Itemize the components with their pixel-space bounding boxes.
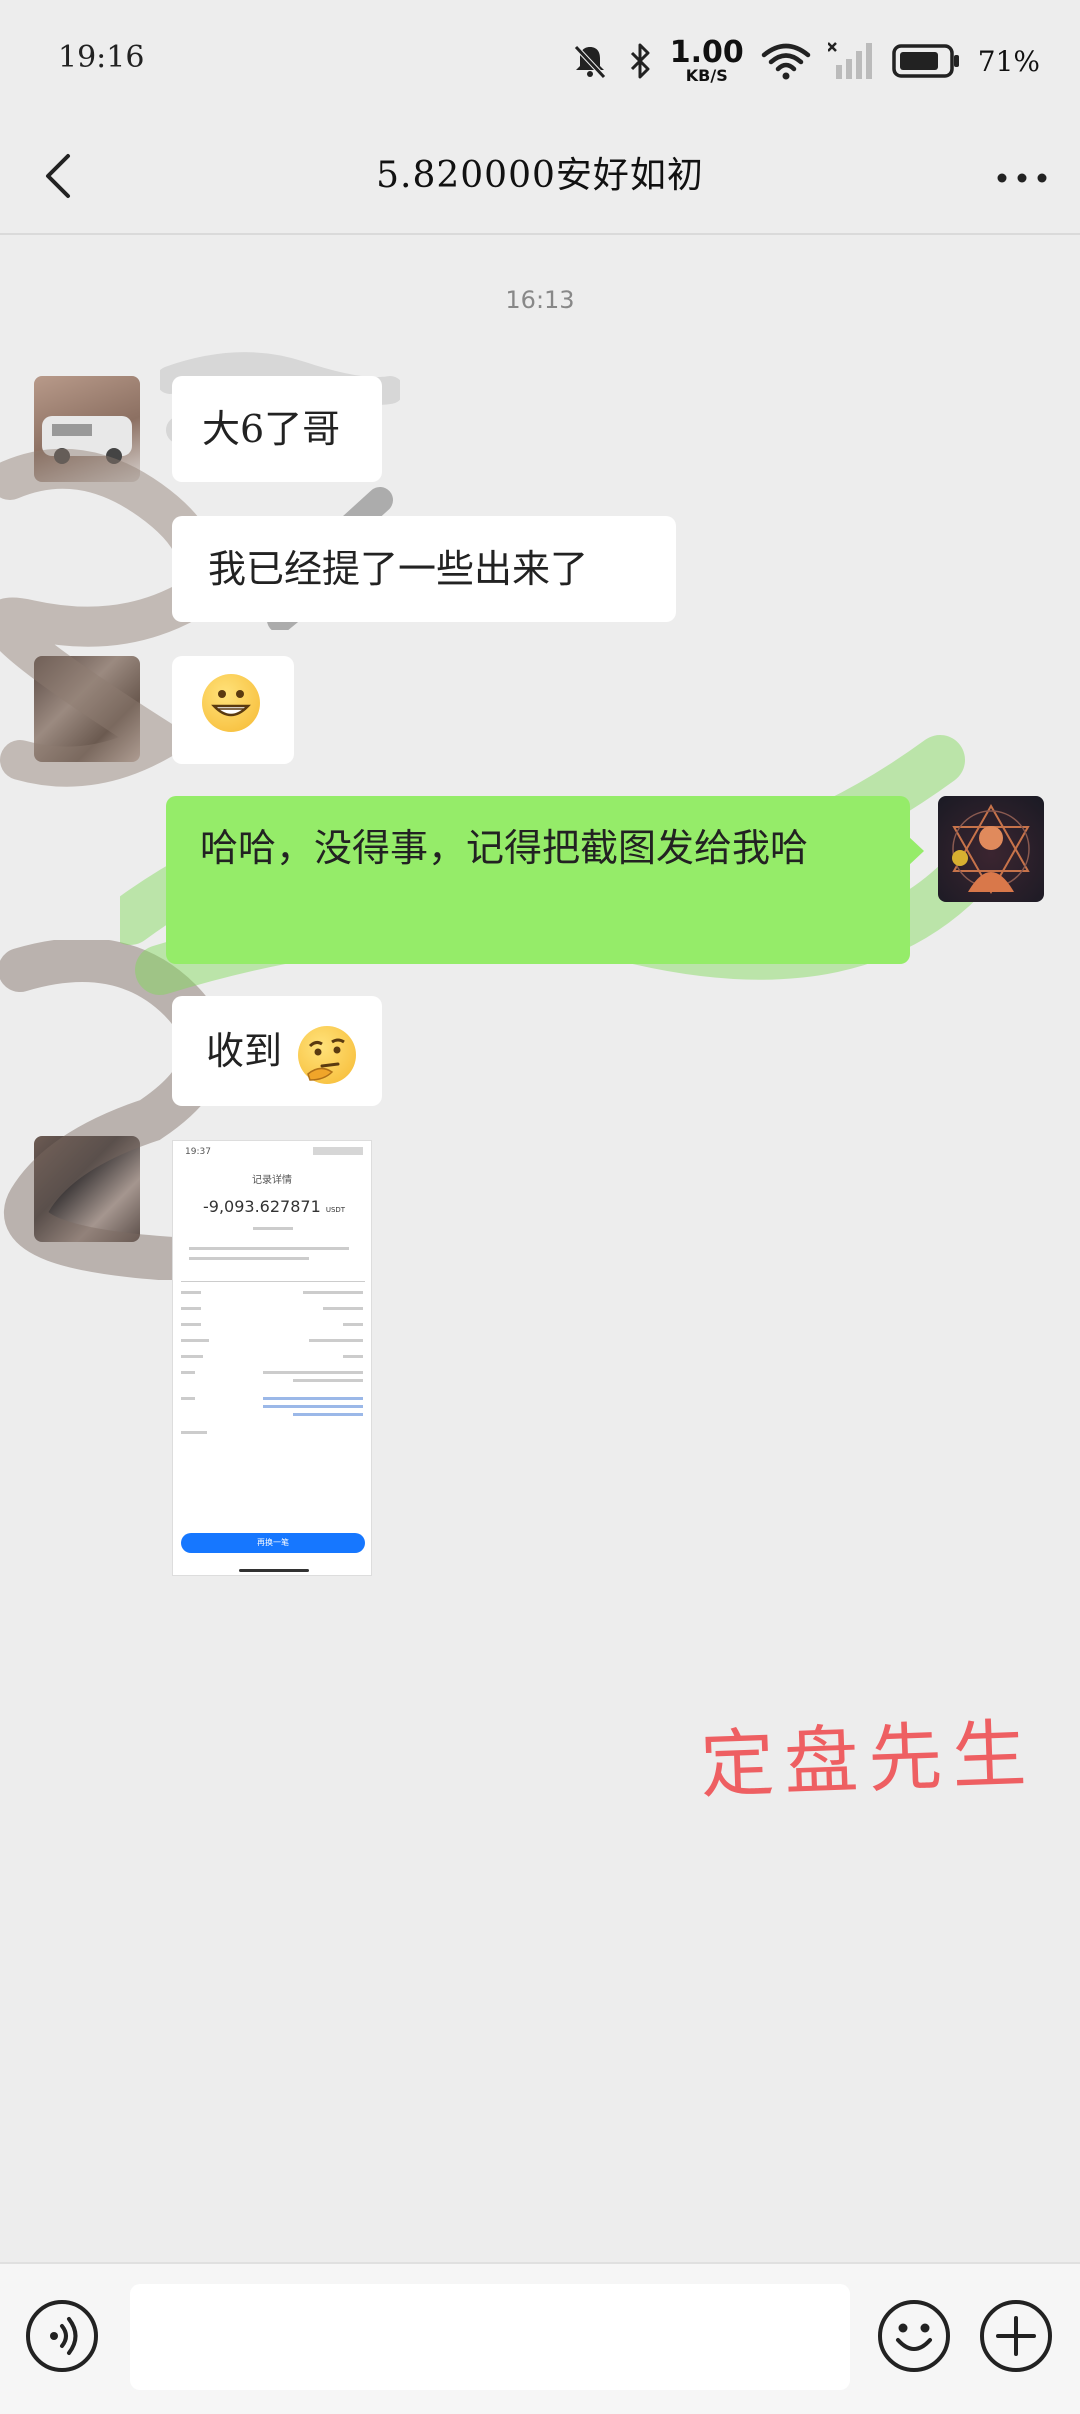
thumb-line	[263, 1371, 363, 1374]
plus-icon[interactable]	[978, 2298, 1054, 2374]
chat-timestamp: 16:13	[505, 286, 575, 314]
header-divider	[0, 233, 1080, 235]
voice-icon[interactable]	[24, 2298, 100, 2374]
my-avatar[interactable]	[938, 796, 1044, 902]
grinning-face-emoji	[202, 674, 260, 732]
thumb-button: 再换一笔	[181, 1533, 365, 1553]
message-text: 大6了哥	[202, 407, 341, 451]
emoji-icon[interactable]	[876, 2298, 952, 2374]
more-options-button[interactable]	[992, 156, 1052, 200]
input-bar	[0, 2262, 1080, 2414]
received-message-bubble[interactable]: 我已经提了一些出来了	[172, 516, 676, 622]
thumb-line	[181, 1431, 207, 1434]
thumb-line	[181, 1371, 195, 1374]
thumb-line	[263, 1405, 363, 1408]
thumb-time: 19:37	[185, 1147, 211, 1157]
status-icons: 1.00 KB/S 71%	[570, 36, 1040, 86]
thumb-line	[181, 1323, 201, 1326]
thumb-line	[181, 1355, 203, 1358]
thumb-line	[309, 1339, 363, 1342]
message-text: 收到	[206, 1029, 283, 1073]
thumb-line	[323, 1307, 363, 1310]
battery-percent: 71%	[977, 44, 1040, 78]
thumb-line	[181, 1281, 365, 1282]
thinking-face-emoji	[298, 1025, 357, 1084]
watermark-signature: 定盘先生	[698, 1711, 1038, 1809]
status-time: 19:16	[58, 40, 145, 75]
thumb-line	[181, 1339, 209, 1342]
contact-avatar[interactable]	[34, 376, 140, 482]
mute-bell-icon	[573, 45, 606, 79]
thumb-home-indicator	[239, 1569, 309, 1572]
thumb-amount: -9,093.627871 USDT	[203, 1197, 346, 1216]
thumb-line	[303, 1291, 363, 1294]
thumb-line	[343, 1355, 363, 1358]
message-input[interactable]	[130, 2284, 850, 2390]
bluetooth-icon	[630, 43, 650, 79]
contact-avatar[interactable]	[34, 656, 140, 762]
received-message-bubble[interactable]: 收到	[172, 996, 382, 1106]
received-message-bubble[interactable]: 大6了哥	[172, 376, 382, 482]
thumb-line	[293, 1379, 363, 1382]
thumb-line	[293, 1413, 363, 1416]
thumb-line	[181, 1307, 201, 1310]
screenshot-image-message[interactable]: 19:37 记录详情 -9,093.627871 USDT 再换一笔	[172, 1140, 372, 1576]
thumb-status-icons	[313, 1147, 363, 1155]
status-bar: 19:16 1.00 KB/S 71%	[0, 0, 1080, 120]
thumb-line	[189, 1257, 309, 1260]
thumb-line	[189, 1247, 349, 1250]
bubble-tail	[908, 836, 924, 866]
wifi-icon	[761, 43, 811, 80]
received-emoji-bubble[interactable]	[172, 656, 294, 764]
thumb-title: 记录详情	[252, 1175, 292, 1186]
sent-message-bubble[interactable]: 哈哈，没得事，记得把截图发给我哈	[166, 796, 910, 964]
thumb-line	[181, 1291, 201, 1294]
contact-avatar[interactable]	[34, 1136, 140, 1242]
message-text: 哈哈，没得事，记得把截图发给我哈	[200, 826, 809, 870]
battery-icon	[892, 44, 959, 78]
thumb-line	[253, 1227, 293, 1230]
chat-header: 5.820000安好如初	[0, 120, 1080, 235]
thumb-line	[181, 1397, 195, 1400]
net-speed: 1.00 KB/S	[669, 35, 744, 85]
chat-title: 5.820000安好如初	[376, 155, 704, 196]
thumb-line	[263, 1397, 363, 1400]
message-text: 我已经提了一些出来了	[208, 547, 589, 591]
thumb-line	[343, 1323, 363, 1326]
signal-icon	[827, 42, 872, 79]
